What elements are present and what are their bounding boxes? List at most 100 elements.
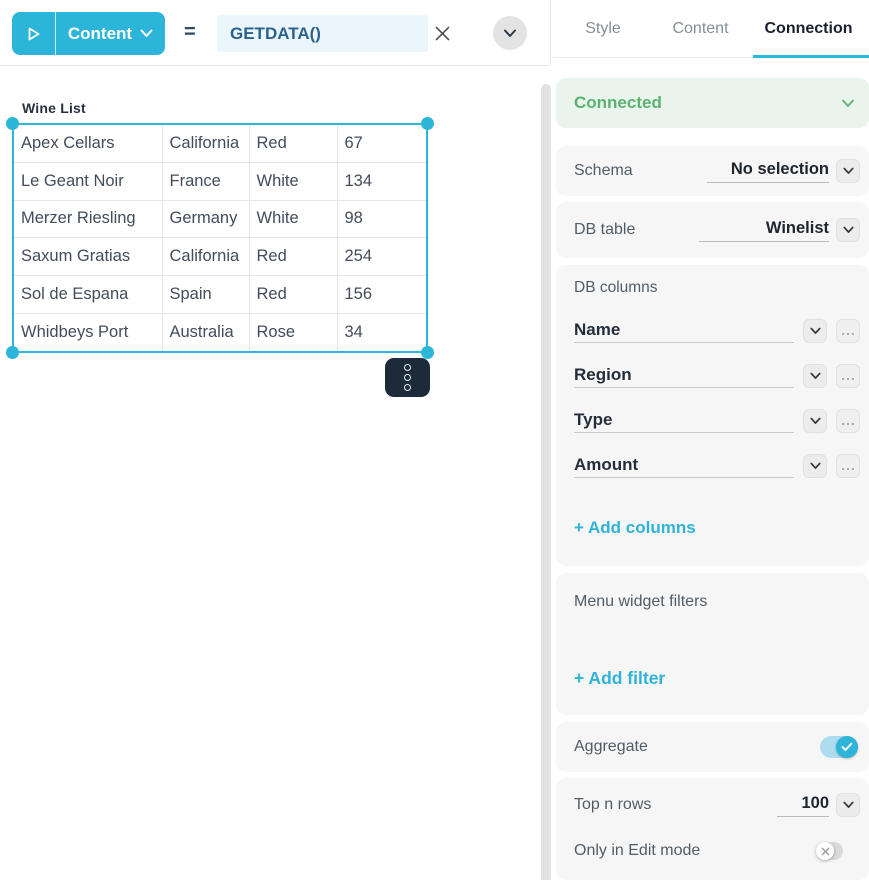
expand-formula-button[interactable] <box>493 16 527 50</box>
db-columns-list: Name Region Type Amount <box>574 319 860 499</box>
play-button[interactable] <box>12 12 55 55</box>
chevron-down-icon[interactable] <box>841 99 855 108</box>
schema-value-field[interactable]: No selection <box>707 160 829 183</box>
ellipsis-icon <box>842 423 845 426</box>
equals-sign: = <box>184 21 196 44</box>
panel-tabs: Style Content Connection <box>553 0 869 58</box>
table-cell: Red <box>249 238 337 276</box>
toggle-knob <box>836 736 858 758</box>
table-cell: France <box>162 162 249 200</box>
table-cell: Red <box>249 125 337 162</box>
connection-status-badge: Connected <box>556 93 662 113</box>
toolbar-divider <box>0 65 550 66</box>
check-icon <box>841 742 853 752</box>
table-row[interactable]: Apex CellarsCaliforniaRed67 <box>14 125 426 162</box>
tab-connection[interactable]: Connection <box>748 0 869 57</box>
table-cell: California <box>162 125 249 162</box>
resize-handle-top-left[interactable] <box>6 117 19 130</box>
db-column-dropdown-button[interactable] <box>803 364 827 388</box>
db-column-row: Name <box>574 319 860 343</box>
table-row[interactable]: Sol de EspanaSpainRed156 <box>14 276 426 314</box>
db-column-field[interactable]: Amount <box>574 454 794 478</box>
toolbar-vertical-divider <box>550 0 551 65</box>
db-column-row: Type <box>574 409 860 433</box>
db-column-dropdown-button[interactable] <box>803 409 827 433</box>
close-icon <box>434 25 451 42</box>
db-column-name: Amount <box>574 455 638 474</box>
app-root: Content = GETDATA() Wine List <box>0 0 869 880</box>
top-n-value-field[interactable]: 100 <box>777 794 829 817</box>
resize-handle-bottom-left[interactable] <box>6 346 19 359</box>
table-cell: White <box>249 162 337 200</box>
ellipsis-icon <box>842 333 845 336</box>
table-cell: 98 <box>337 200 426 238</box>
db-column-dropdown-button[interactable] <box>803 454 827 478</box>
table-cell: California <box>162 238 249 276</box>
db-column-name: Region <box>574 365 632 384</box>
db-column-field[interactable]: Type <box>574 409 794 433</box>
db-columns-section: DB columns Name Region Type Amount + Add co… <box>556 265 869 566</box>
menu-widget-filters-section: Menu widget filters + Add filter <box>556 573 869 715</box>
table-cell: Le Geant Noir <box>14 162 162 200</box>
table-row[interactable]: Whidbeys PortAustraliaRose34 <box>14 314 426 351</box>
db-column-dropdown-button[interactable] <box>803 319 827 343</box>
wine-table: Apex CellarsCaliforniaRed67Le Geant Noir… <box>14 125 426 351</box>
db-table-dropdown-button[interactable] <box>836 218 860 242</box>
db-column-options-button[interactable] <box>836 319 860 343</box>
add-filter-link[interactable]: + Add filter <box>574 668 665 689</box>
db-table-section: DB table Winelist <box>556 202 869 258</box>
table-cell: Sol de Espana <box>14 276 162 314</box>
tab-content[interactable]: Content <box>653 0 748 57</box>
chevron-down-icon <box>140 29 153 38</box>
run-content-button[interactable]: Content <box>12 12 165 55</box>
formula-text: GETDATA() <box>230 24 321 44</box>
db-column-field[interactable]: Name <box>574 319 794 343</box>
top-n-row: Top n rows 100 <box>556 790 860 820</box>
ellipsis-icon <box>842 468 845 471</box>
top-n-label: Top n rows <box>556 796 651 814</box>
table-cell: 134 <box>337 162 426 200</box>
tab-style[interactable]: Style <box>553 0 653 57</box>
db-table-value-field[interactable]: Winelist <box>699 219 829 242</box>
table-cell: Red <box>249 276 337 314</box>
table-row[interactable]: Merzer RieslingGermanyWhite98 <box>14 200 426 238</box>
table-cell: Saxum Gratias <box>14 238 162 276</box>
connection-status-section[interactable]: Connected <box>556 78 869 128</box>
chevron-down-icon <box>843 801 854 809</box>
add-columns-link[interactable]: + Add columns <box>574 518 696 538</box>
db-columns-label: DB columns <box>574 279 658 297</box>
resize-handle-bottom-right[interactable] <box>421 346 434 359</box>
canvas-scrollbar[interactable] <box>541 84 551 880</box>
wine-table-widget[interactable]: Apex CellarsCaliforniaRed67Le Geant Noir… <box>12 123 428 353</box>
active-tab-underline <box>753 55 869 58</box>
table-row[interactable]: Le Geant NoirFranceWhite134 <box>14 162 426 200</box>
schema-dropdown-button[interactable] <box>836 159 860 183</box>
formula-input[interactable]: GETDATA() <box>217 15 428 52</box>
edit-mode-label: Only in Edit mode <box>556 842 700 860</box>
db-column-row: Amount <box>574 454 860 478</box>
db-column-options-button[interactable] <box>836 454 860 478</box>
kebab-dot-icon <box>404 374 411 381</box>
db-column-options-button[interactable] <box>836 364 860 388</box>
aggregate-toggle[interactable] <box>820 736 858 758</box>
table-cell: Germany <box>162 200 249 238</box>
clear-formula-button[interactable] <box>431 22 453 44</box>
resize-handle-top-right[interactable] <box>421 117 434 130</box>
content-dropdown-button[interactable]: Content <box>56 12 165 55</box>
aggregate-section: Aggregate <box>556 722 869 772</box>
widget-menu-button[interactable] <box>385 358 430 397</box>
table-cell: Apex Cellars <box>14 125 162 162</box>
kebab-dot-icon <box>404 384 411 391</box>
chevron-down-icon <box>843 226 854 234</box>
top-n-dropdown-button[interactable] <box>836 793 860 817</box>
table-cell: Spain <box>162 276 249 314</box>
chevron-down-icon <box>503 29 517 38</box>
table-cell: 67 <box>337 125 426 162</box>
db-column-options-button[interactable] <box>836 409 860 433</box>
wine-table-body: Apex CellarsCaliforniaRed67Le Geant Noir… <box>14 125 426 351</box>
close-icon <box>821 847 830 856</box>
canvas-area: Content = GETDATA() Wine List <box>0 0 553 880</box>
edit-mode-toggle[interactable] <box>816 842 843 860</box>
table-row[interactable]: Saxum GratiasCaliforniaRed254 <box>14 238 426 276</box>
db-column-field[interactable]: Region <box>574 364 794 388</box>
